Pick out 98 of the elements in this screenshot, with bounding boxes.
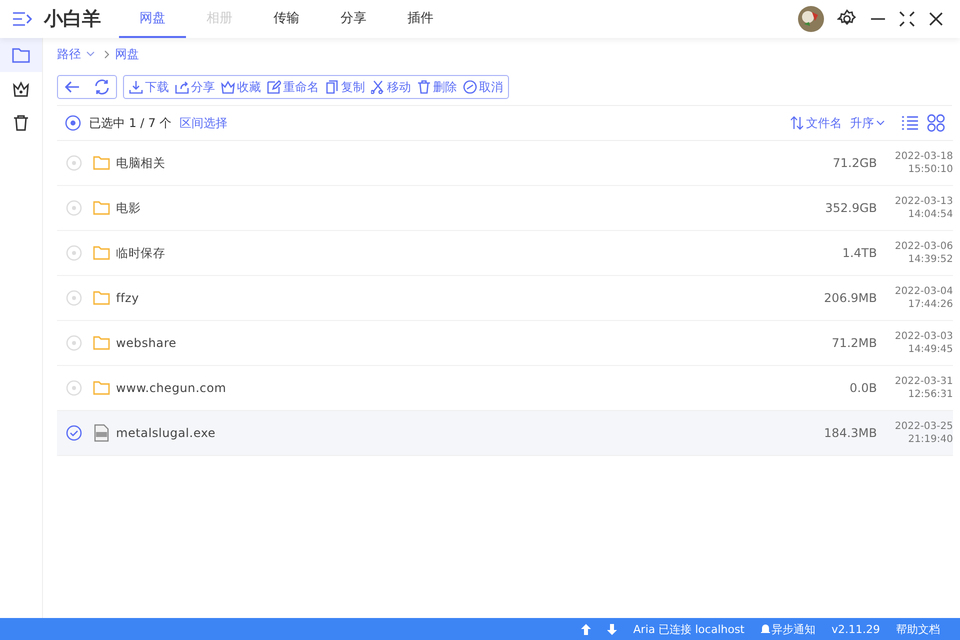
sort-icon [790,116,804,130]
upload-arrow-icon[interactable] [581,624,592,634]
toolbar-button[interactable]: 复制 [322,77,368,97]
crown-icon [12,81,30,97]
cancel-icon [463,80,477,94]
download-arrow-icon[interactable] [607,624,618,634]
selection-summary: 已选中 1 / 7 个 [89,114,172,132]
file-name: www.chegun.com [116,381,228,395]
bell-icon [760,624,770,634]
back-icon[interactable] [64,80,80,94]
file-date: 2022-03-13 [894,195,953,208]
chevron-down-icon [876,120,885,126]
file-date: 2022-03-18 [894,150,953,163]
menu-icon[interactable] [12,12,32,26]
file-date: 2022-03-04 [894,285,953,298]
folder-icon [93,336,110,350]
fullscreen-icon[interactable] [899,11,915,27]
list-view-icon[interactable] [901,115,919,131]
radio-circle-icon[interactable] [66,200,82,216]
version-text: v2.11.29 [832,622,880,636]
file-size: 0.0B [848,381,877,395]
file-time: 17:44:26 [908,298,953,311]
file-row[interactable]: 电影 352.9GB 2022-03-13 14:04:54 [57,186,953,231]
close-icon[interactable] [928,11,944,27]
file-row[interactable]: ffzy 206.9MB 2022-03-04 17:44:26 [57,276,953,321]
grid-view-icon[interactable] [927,114,945,132]
file-name: 临时保存 [116,244,166,262]
crown-icon [221,80,235,94]
folder-icon [93,291,110,305]
file-time: 12:56:31 [908,388,953,401]
folder-icon [93,156,110,170]
chevron-down-icon [86,51,95,57]
copy-icon [325,80,339,94]
download-icon [129,80,143,94]
file-time: 15:50:10 [908,163,953,176]
checked-circle-icon[interactable] [66,425,82,441]
radio-circle-icon[interactable] [66,380,82,396]
nav-tab[interactable]: 网盘 [119,0,186,38]
folder-icon [93,201,110,215]
file-name: ffzy [116,291,140,305]
toolbar-button[interactable]: 分享 [172,77,218,97]
file-name: 电影 [116,200,142,216]
file-row[interactable]: metalslugal.exe 184.3MB 2022-03-25 21:19:40 [57,411,953,456]
nav-tab[interactable]: 插件 [387,0,454,38]
nav-tab[interactable]: 传输 [253,0,320,38]
file-date: 2022-03-03 [894,330,953,343]
file-size: 352.9GB [824,201,877,215]
toolbar-button[interactable]: 移动 [368,77,414,97]
file-date: 2022-03-25 [894,420,953,433]
app-title: 小白羊 [44,7,101,32]
share-icon [175,80,189,94]
file-size: 71.2MB [830,336,877,350]
file-icon [93,424,110,442]
toolbar-button[interactable]: 删除 [414,77,460,97]
refresh-icon[interactable] [94,79,110,95]
sort-order-button[interactable]: 升序 [850,114,885,132]
folder-icon [93,381,110,395]
file-row[interactable]: 临时保存 1.4TB 2022-03-06 14:39:52 [57,231,953,276]
aria-status: Aria 已连接 localhost [633,622,744,636]
toolbar-button[interactable]: 下载 [126,77,172,97]
avatar[interactable] [798,6,824,32]
file-size: 71.2GB [832,156,877,170]
toolbar-button[interactable]: 收藏 [218,77,264,97]
scissors-icon [371,80,385,94]
chevron-right-icon [104,50,110,58]
sort-button[interactable]: 文件名 [790,114,842,132]
radio-circle-icon[interactable] [66,155,82,171]
breadcrumb-root[interactable]: 路径 [57,46,81,62]
radio-circle-icon[interactable] [66,245,82,261]
toolbar-button[interactable]: 重命名 [264,77,322,97]
file-name: webshare [116,336,178,350]
file-time: 14:49:45 [908,343,953,356]
file-time: 14:39:52 [908,253,953,266]
folder-icon [93,246,110,260]
range-select-link[interactable]: 区间选择 [180,114,228,132]
notification-link[interactable]: 异步通知 [772,622,816,636]
file-size: 1.4TB [841,246,877,260]
radio-circle-icon[interactable] [66,335,82,351]
file-row[interactable]: webshare 71.2MB 2022-03-03 14:49:45 [57,321,953,366]
toolbar-button[interactable]: 取消 [460,77,506,97]
file-date: 2022-03-31 [894,375,953,388]
file-time: 21:19:40 [908,433,953,446]
file-row[interactable]: 电脑相关 71.2GB 2022-03-18 15:50:10 [57,141,953,186]
file-size: 184.3MB [823,426,877,440]
help-link[interactable]: 帮助文档 [896,622,940,636]
file-name: metalslugal.exe [116,426,217,440]
edit-icon [267,80,281,94]
file-name: 电脑相关 [116,154,166,172]
radio-circle-icon[interactable] [66,290,82,306]
file-date: 2022-03-06 [894,240,953,253]
file-time: 14:04:54 [908,208,953,221]
trash-icon [417,80,431,94]
nav-tab[interactable]: 分享 [320,0,387,38]
file-size: 206.9MB [823,291,877,305]
breadcrumb-item[interactable]: 网盘 [115,46,139,62]
folder-icon [12,47,30,63]
trash-icon [12,115,30,131]
select-all-radio[interactable] [65,115,81,131]
